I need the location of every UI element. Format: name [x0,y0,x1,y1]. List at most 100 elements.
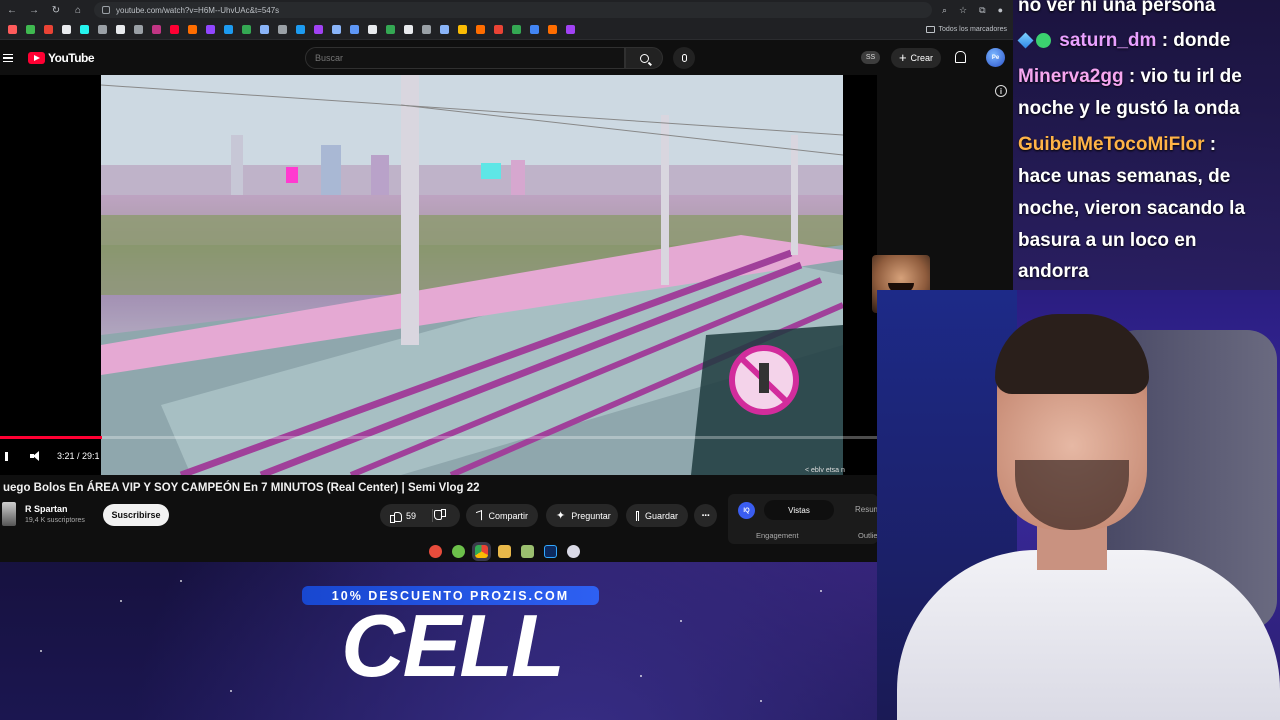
bookmark-icon[interactable] [332,25,341,34]
bookmark-icon[interactable] [404,25,413,34]
bookmark-icon[interactable] [368,25,377,34]
more-icon: ··· [701,509,711,522]
bookmark-icon[interactable] [242,25,251,34]
bookmark-icon[interactable] [224,25,233,34]
bookmark-icon[interactable] [260,25,269,34]
green-badge-icon [1036,33,1051,48]
bookmark-icon[interactable] [494,25,503,34]
photoshop-app-icon[interactable] [544,545,557,558]
all-bookmarks-folder[interactable]: Todos los marcadores [925,26,1007,33]
bookmark-icon[interactable] [8,25,17,34]
subscribe-button[interactable]: Suscribirse [103,504,169,526]
bookmark-icon[interactable] [530,25,539,34]
twitch-icon[interactable] [206,25,215,34]
time-display: 3:21 / 29:1 [57,451,100,461]
bookmark-icon[interactable] [296,25,305,34]
chat-username[interactable]: Minerva2gg [1018,66,1124,87]
reload-icon[interactable]: ↻ [50,5,62,16]
back-icon[interactable]: ← [6,5,18,16]
notifications-icon[interactable] [954,51,966,64]
promo-brand-text: CELL [341,596,565,695]
misc-app-icon[interactable] [567,545,580,558]
plus-icon: + [898,50,907,65]
sparkle-icon: ✦ [556,509,566,522]
save-button[interactable]: Guardar [626,504,688,527]
create-label: Crear [910,53,934,63]
chat-username[interactable]: saturn_dm [1059,30,1156,51]
bookmark-icon[interactable] [422,25,431,34]
pause-icon[interactable] [5,451,8,461]
bookmark-icon[interactable] [188,25,197,34]
ask-label: Preguntar [571,510,611,521]
like-icon[interactable] [390,511,402,523]
search-button[interactable] [625,47,663,69]
bookmark-star-icon[interactable]: ☆ [959,5,967,16]
zoom-icon[interactable]: ⌕ [942,5,947,16]
chat-message: basura a un loco en [1018,230,1196,252]
chat-message: Minerva2gg : vio tu irl de [1018,66,1242,88]
share-button[interactable]: Compartir [466,504,538,527]
outlier-label: Outlie [858,531,878,540]
chat-text: noche, vieron sacando la [1018,198,1246,219]
like-count[interactable]: 59 [406,511,416,521]
home-icon[interactable]: ⌂ [72,5,84,16]
bookmark-icon[interactable] [548,25,557,34]
chat-username[interactable]: GuibelMeTocoMiFlor [1018,134,1204,155]
bookmark-icon[interactable] [458,25,467,34]
bookmark-icon[interactable] [134,25,143,34]
bookmark-icon[interactable] [26,25,35,34]
bookmark-icon[interactable] [386,25,395,34]
taskbar-dock [420,541,610,562]
account-avatar[interactable]: Pe [986,48,1005,67]
instagram-icon[interactable] [152,25,161,34]
video-title: uego Bolos En ÁREA VIP Y SOY CAMPEÓN En … [3,482,480,494]
bookmark-icon[interactable] [314,25,323,34]
tiktok-icon[interactable] [80,25,89,34]
channel-avatar[interactable] [2,502,16,526]
forward-icon[interactable]: → [28,5,40,16]
folder-app-icon[interactable] [498,545,511,558]
analytics-extension-icon[interactable]: IQ [738,502,755,519]
create-button[interactable]: + Crear [891,48,941,68]
chrome-app-icon[interactable] [475,545,488,558]
ask-button[interactable]: ✦ Preguntar [546,504,618,527]
bookmark-icon[interactable] [476,25,485,34]
dislike-icon[interactable] [436,511,446,521]
chat-text: no ver ni una persona [1018,0,1216,16]
bookmark-icon[interactable] [278,25,287,34]
share-icon [476,509,483,522]
gmail-icon[interactable] [44,25,53,34]
like-divider [432,509,433,522]
recorder-app-icon[interactable] [429,545,442,558]
progress-bar[interactable] [0,436,877,439]
site-info-icon[interactable] [102,6,110,14]
folder-icon [925,26,935,33]
bookmark-icon[interactable] [350,25,359,34]
x-icon[interactable] [62,25,71,34]
channel-name[interactable]: R Spartan [25,504,68,514]
tab-vistas[interactable]: Vistas [764,500,834,520]
bookmark-icon[interactable] [512,25,521,34]
messaging-app-icon[interactable] [452,545,465,558]
chat-text: : [1204,134,1217,155]
more-actions-button[interactable]: ··· [694,504,717,527]
youtube-logo[interactable]: YouTube [28,51,95,65]
video-info-icon[interactable]: i [995,85,1007,97]
editor-app-icon[interactable] [521,545,534,558]
bookmark-icon[interactable] [98,25,107,34]
video-frame[interactable] [101,75,843,475]
address-bar[interactable]: youtube.com/watch?v=H6M--UhvUAc&t=547s [94,2,932,18]
bookmark-icon[interactable] [440,25,449,34]
voice-search-button[interactable] [673,47,695,69]
bookmark-icon[interactable] [116,25,125,34]
bookmark-icon[interactable] [566,25,575,34]
youtube-icon[interactable] [170,25,179,34]
extension-badge[interactable]: SS [861,51,880,64]
extensions-icon[interactable]: ⧉ [979,5,985,16]
menu-icon[interactable] [3,54,13,62]
volume-icon[interactable] [30,451,42,461]
profile-icon[interactable]: ● [998,5,1003,16]
search-input[interactable] [305,47,625,69]
cube-badge-icon [1017,32,1034,49]
video-player[interactable] [0,75,877,475]
